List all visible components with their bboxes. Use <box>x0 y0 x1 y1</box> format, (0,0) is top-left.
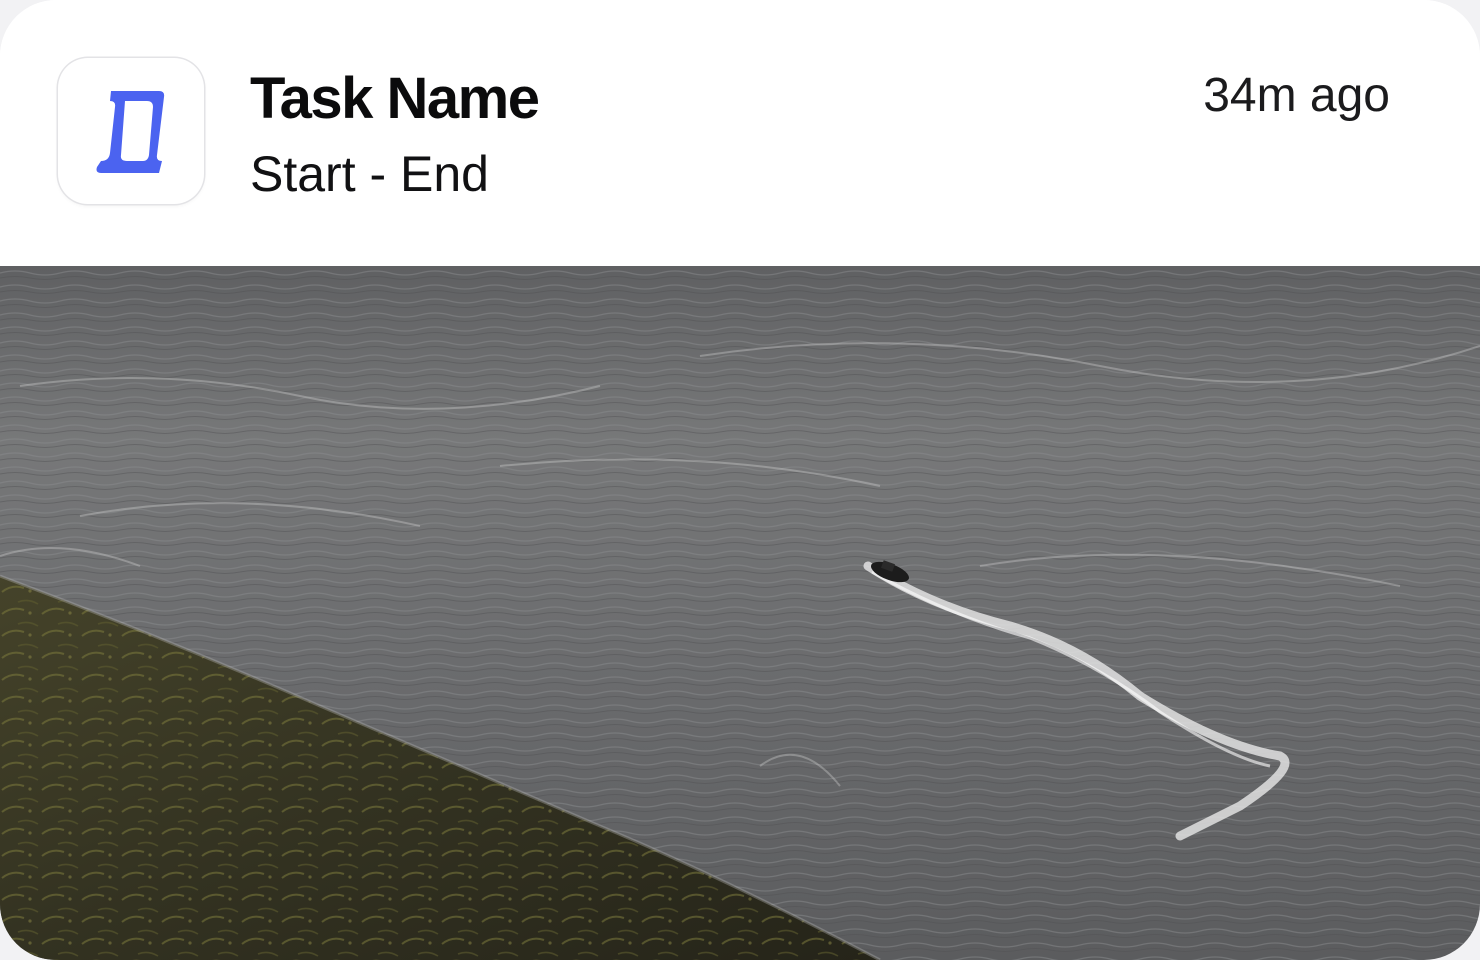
app-icon <box>58 58 204 204</box>
notification-card[interactable]: Task Name Start - End 34m ago <box>0 0 1480 960</box>
notification-photo <box>0 266 1480 960</box>
task-app-logo-icon <box>96 91 165 173</box>
notification-header: Task Name Start - End 34m ago <box>0 0 1480 266</box>
notification-subtitle: Start - End <box>250 146 489 202</box>
notification-timestamp: 34m ago <box>1203 69 1390 122</box>
notification-title: Task Name <box>250 66 540 131</box>
